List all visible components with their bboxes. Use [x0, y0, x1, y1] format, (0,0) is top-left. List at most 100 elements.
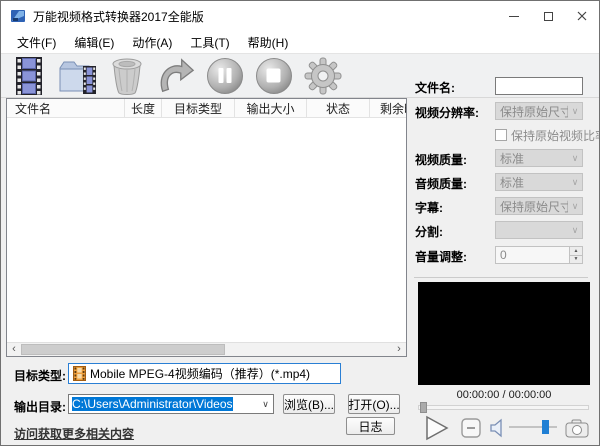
column-output-size[interactable]: 输出大小	[235, 99, 307, 117]
file-list-table: 文件名 长度 目标类型 输出大小 状态 剩余时间 ‹ ›	[6, 98, 407, 357]
log-button-label: 日志	[358, 418, 382, 435]
minimize-button[interactable]	[497, 1, 531, 31]
table-body-empty	[7, 118, 406, 342]
mute-button[interactable]	[487, 415, 509, 441]
stop-button[interactable]	[254, 56, 294, 96]
output-dir-combo[interactable]: C:\Users\Administrator\Videos ∨	[68, 394, 274, 414]
stop-icon	[255, 57, 293, 95]
volume-adjust-label: 音量调整:	[415, 248, 467, 265]
menu-file[interactable]: 文件(F)	[8, 32, 65, 53]
filmstrip-icon	[13, 57, 45, 95]
chevron-down-icon: ∨	[568, 201, 582, 212]
subtitle-row: 字幕: 保持原始尺寸 ∨	[413, 197, 593, 215]
column-filename[interactable]: 文件名	[7, 99, 125, 117]
menu-bar: 文件(F) 编辑(E) 动作(A) 工具(T) 帮助(H)	[1, 31, 599, 53]
video-quality-dropdown[interactable]: 标准 ∨	[495, 149, 583, 167]
video-quality-label: 视频质量:	[415, 151, 467, 168]
subtitle-label: 字幕:	[415, 199, 443, 216]
split-row: 分割: ∨	[413, 221, 593, 239]
open-button[interactable]: 打开(O)...	[348, 394, 400, 414]
open-button-label: 打开(O)...	[348, 396, 399, 413]
delete-button[interactable]	[107, 56, 147, 96]
volume-slider[interactable]	[509, 426, 557, 428]
close-button[interactable]	[565, 1, 599, 31]
format-film-icon	[73, 366, 86, 381]
snapshot-button[interactable]	[563, 415, 591, 441]
gear-icon	[304, 57, 342, 95]
target-type-combo[interactable]: Mobile MPEG-4视频编码（推荐）(*.mp4)	[68, 363, 341, 384]
more-content-link[interactable]: 访问获取更多相关内容	[14, 425, 134, 442]
add-video-button[interactable]	[9, 56, 49, 96]
scrollbar-thumb[interactable]	[21, 344, 225, 355]
keep-ratio-checkbox[interactable]: 保持原始视频比率	[495, 126, 593, 144]
resolution-row: 视频分辨率: 保持原始尺寸 ∨	[413, 102, 593, 120]
maximize-button[interactable]	[531, 1, 565, 31]
stop-playback-icon	[461, 418, 481, 438]
title-bar: 万能视频格式转换器2017全能版	[1, 1, 599, 31]
column-length[interactable]: 长度	[125, 99, 162, 117]
close-icon	[577, 11, 587, 21]
volume-adjust-value: 0	[496, 247, 569, 263]
subtitle-value: 保持原始尺寸	[500, 198, 568, 215]
window-controls	[497, 1, 599, 31]
chevron-down-icon: ∨	[568, 177, 582, 188]
chevron-down-icon: ∨	[568, 225, 582, 236]
window-title: 万能视频格式转换器2017全能版	[33, 8, 204, 25]
pause-icon	[206, 57, 244, 95]
filename-row: 文件名:	[413, 77, 593, 95]
convert-arrow-icon	[156, 57, 196, 95]
camera-icon	[565, 419, 589, 438]
video-quality-row: 视频质量: 标准 ∨	[413, 149, 593, 167]
split-dropdown[interactable]: ∨	[495, 221, 583, 239]
maximize-icon	[544, 12, 553, 21]
browse-button[interactable]: 浏览(B)...	[283, 394, 335, 414]
seek-slider-thumb[interactable]	[420, 402, 427, 413]
pause-button[interactable]	[205, 56, 245, 96]
resolution-dropdown[interactable]: 保持原始尺寸 ∨	[495, 102, 583, 120]
column-status[interactable]: 状态	[307, 99, 370, 117]
spin-up-icon[interactable]: ▲	[570, 247, 582, 255]
spin-down-icon[interactable]: ▼	[570, 255, 582, 264]
chevron-down-icon: ∨	[568, 153, 582, 164]
audio-quality-dropdown[interactable]: 标准 ∨	[495, 173, 583, 191]
trash-icon	[110, 57, 144, 95]
column-remaining-time[interactable]: 剩余时间	[370, 99, 406, 117]
convert-button[interactable]	[156, 56, 196, 96]
chevron-down-icon: ∨	[568, 106, 582, 117]
menu-action[interactable]: 动作(A)	[123, 32, 181, 53]
output-dir-label: 输出目录:	[14, 398, 66, 415]
app-window: 万能视频格式转换器2017全能版 文件(F) 编辑(E) 动作(A) 工具(T)…	[0, 0, 600, 446]
menu-edit[interactable]: 编辑(E)	[65, 32, 123, 53]
filename-input[interactable]	[495, 77, 583, 95]
resolution-label: 视频分辨率:	[415, 104, 479, 121]
play-button[interactable]	[422, 415, 452, 441]
add-folder-icon	[58, 57, 98, 95]
log-button[interactable]: 日志	[346, 417, 395, 435]
audio-quality-value: 标准	[500, 174, 568, 191]
settings-button[interactable]	[303, 56, 343, 96]
horizontal-scrollbar[interactable]: ‹ ›	[7, 342, 406, 356]
audio-quality-row: 音频质量: 标准 ∨	[413, 173, 593, 191]
seek-slider[interactable]	[418, 405, 589, 410]
video-quality-value: 标准	[500, 150, 568, 167]
add-folder-button[interactable]	[58, 56, 98, 96]
keep-ratio-row: 保持原始视频比率	[413, 126, 593, 144]
browse-button-label: 浏览(B)...	[284, 396, 334, 413]
app-icon	[10, 8, 26, 24]
scrollbar-track[interactable]	[21, 343, 392, 356]
playback-time: 00:00:00 / 00:00:00	[418, 389, 590, 401]
volume-adjust-row: 音量调整: 0 ▲ ▼	[413, 246, 593, 264]
volume-slider-thumb[interactable]	[542, 420, 549, 434]
video-preview	[418, 282, 590, 385]
volume-adjust-spinner[interactable]: 0 ▲ ▼	[495, 246, 583, 264]
chevron-down-icon: ∨	[258, 399, 273, 410]
scroll-left-icon[interactable]: ‹	[7, 343, 21, 356]
menu-tools[interactable]: 工具(T)	[181, 32, 238, 53]
scroll-right-icon[interactable]: ›	[392, 343, 406, 356]
column-target-type[interactable]: 目标类型	[162, 99, 235, 117]
menu-help[interactable]: 帮助(H)	[239, 32, 298, 53]
subtitle-dropdown[interactable]: 保持原始尺寸 ∨	[495, 197, 583, 215]
spinner-buttons: ▲ ▼	[569, 247, 582, 263]
stop-playback-button[interactable]	[459, 415, 483, 441]
speaker-icon	[489, 418, 507, 438]
